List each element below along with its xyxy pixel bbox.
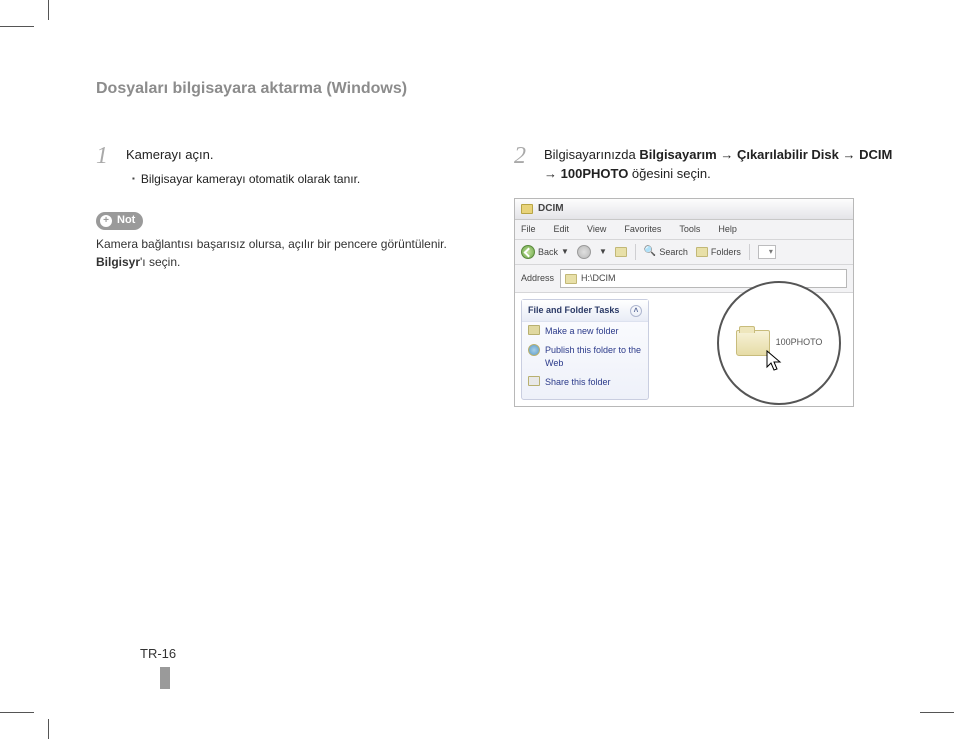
toolbar-search: Search (659, 246, 688, 259)
views-dropdown-icon (758, 245, 776, 259)
globe-icon (528, 344, 540, 356)
task-share: Share this folder (545, 376, 611, 389)
toolbar-back: Back (538, 246, 558, 259)
address-folder-icon (565, 274, 577, 284)
left-column: 1 Kamerayı açın. Bilgisayar kamerayı oto… (96, 144, 476, 407)
menu-file: File (517, 223, 540, 236)
menu-tools: Tools (675, 223, 704, 236)
new-folder-icon (528, 325, 540, 335)
step-1-text: Kamerayı açın. (126, 146, 360, 165)
note-badge-label: Not (117, 213, 135, 229)
explorer-toolbar: Back ▼ ▼ 🔍Search Folders (515, 240, 853, 265)
tasks-panel: File and Folder Tasks ˄ Make a new folde… (521, 299, 649, 399)
plus-icon: + (100, 215, 112, 227)
zoom-folder-label: 100PHOTO (776, 336, 823, 349)
page-title: Dosyaları bilgisayara aktarma (Windows) (96, 80, 894, 98)
right-column: 2 Bilgisayarınızda Bilgisayarım → Çıkarı… (514, 144, 894, 407)
explorer-menubar: File Edit View Favorites Tools Help (515, 220, 853, 240)
explorer-title: DCIM (538, 202, 564, 217)
explorer-screenshot: DCIM File Edit View Favorites Tools Help… (514, 198, 854, 407)
task-publish: Publish this folder to the Web (545, 344, 642, 370)
back-icon (521, 245, 535, 259)
folder-icon (521, 204, 533, 214)
tasks-header: File and Folder Tasks (528, 304, 619, 317)
step-1-number: 1 (96, 144, 114, 188)
address-value: H:\DCIM (581, 272, 616, 285)
explorer-titlebar: DCIM (515, 199, 853, 221)
zoom-circle: 100PHOTO (717, 281, 841, 405)
note-badge: + Not (96, 212, 143, 230)
page-tab-marker (160, 667, 170, 689)
step-1-subtext: Bilgisayar kamerayı otomatik olarak tanı… (132, 171, 360, 188)
forward-icon (577, 245, 591, 259)
up-icon (615, 247, 627, 257)
task-new-folder: Make a new folder (545, 325, 619, 338)
collapse-icon: ˄ (630, 305, 642, 317)
note-text: Kamera bağlantısı başarısız olursa, açıl… (96, 236, 476, 271)
address-label: Address (521, 272, 554, 285)
menu-view: View (583, 223, 610, 236)
step-2-text: Bilgisayarınızda Bilgisayarım → Çıkarıla… (544, 144, 894, 184)
folders-icon (696, 247, 708, 257)
step-2-number: 2 (514, 144, 532, 184)
menu-edit: Edit (550, 223, 574, 236)
cursor-icon (765, 349, 785, 373)
share-icon (528, 376, 540, 386)
menu-favorites: Favorites (620, 223, 665, 236)
page-number: TR-16 (140, 646, 176, 661)
toolbar-folders: Folders (711, 246, 741, 259)
search-icon: 🔍 (644, 245, 656, 260)
menu-help: Help (714, 223, 741, 236)
